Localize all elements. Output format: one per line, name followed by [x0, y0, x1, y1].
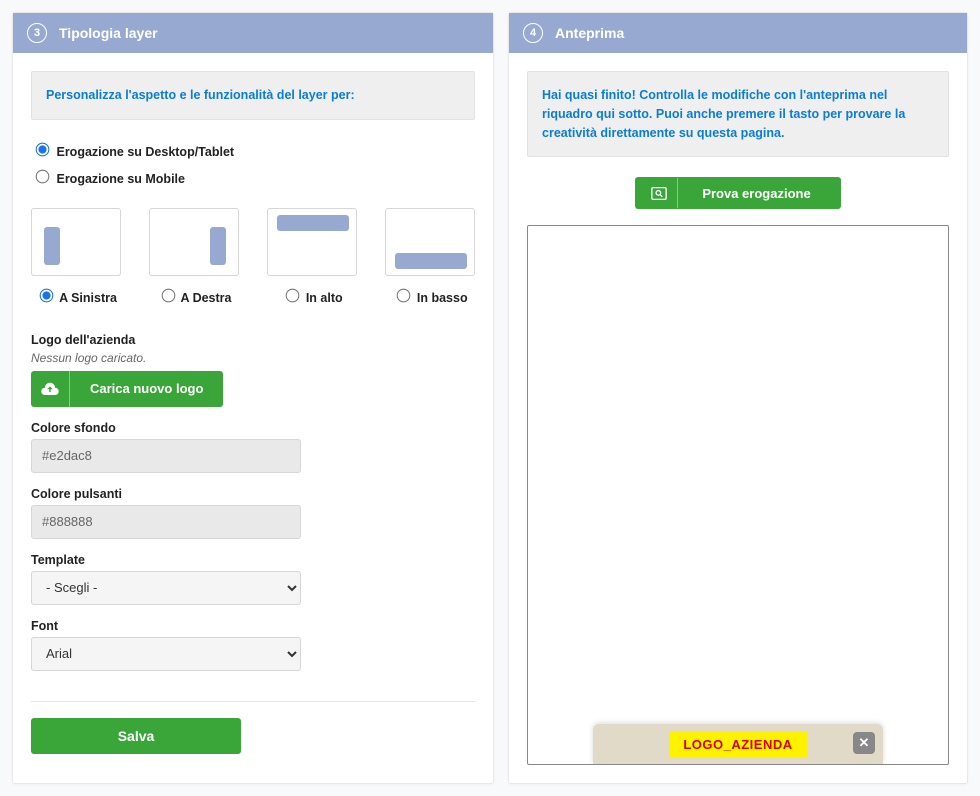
radio-desktop-input[interactable] — [36, 142, 50, 156]
save-button[interactable]: Salva — [31, 718, 241, 754]
upload-logo-text: Carica nuovo logo — [70, 381, 223, 396]
separator — [31, 701, 475, 702]
position-text-right: A Destra — [181, 291, 232, 305]
radio-desktop-label: Erogazione su Desktop/Tablet — [56, 145, 234, 159]
position-option-bottom[interactable]: In basso — [385, 208, 475, 305]
position-option-left[interactable]: A Sinistra — [31, 208, 121, 305]
font-label: Font — [31, 619, 475, 633]
bg-color-input[interactable] — [31, 439, 301, 473]
panel-header-right: 4 Anteprima — [509, 13, 967, 53]
position-text-left: A Sinistra — [59, 291, 117, 305]
position-option-top[interactable]: In alto — [267, 208, 357, 305]
radio-mobile-label: Erogazione su Mobile — [56, 172, 185, 186]
position-thumb-top — [267, 208, 357, 276]
font-select[interactable]: Arial — [31, 637, 301, 671]
radio-erogazione-mobile[interactable]: Erogazione su Mobile — [31, 167, 475, 186]
close-icon[interactable]: ✕ — [853, 732, 875, 754]
btn-color-label: Colore pulsanti — [31, 487, 475, 501]
preview-frame: LOGO_AZIENDA ✕ — [527, 225, 949, 765]
position-option-right[interactable]: A Destra — [149, 208, 239, 305]
info-box-left: Personalizza l'aspetto e le funzionalità… — [31, 71, 475, 120]
position-label-top[interactable]: In alto — [281, 291, 342, 305]
template-select[interactable]: - Scegli - — [31, 571, 301, 605]
preview-button-text: Prova erogazione — [678, 186, 834, 201]
position-label-left[interactable]: A Sinistra — [35, 291, 117, 305]
position-thumb-bottom — [385, 208, 475, 276]
panel-tipologia-layer: 3 Tipologia layer Personalizza l'aspetto… — [12, 12, 494, 784]
position-text-bottom: In basso — [417, 291, 468, 305]
panel-header-left: 3 Tipologia layer — [13, 13, 493, 53]
preview-button[interactable]: Prova erogazione — [635, 177, 840, 209]
position-text-top: In alto — [306, 291, 343, 305]
cloud-upload-icon — [31, 371, 70, 407]
info-box-right: Hai quasi finito! Controlla le modifiche… — [527, 71, 949, 157]
search-page-icon — [641, 178, 678, 208]
position-radio-left[interactable] — [40, 288, 54, 302]
step-number-4: 4 — [523, 23, 543, 43]
position-options: A Sinistra A Destra In alto — [31, 208, 475, 305]
radio-mobile-input[interactable] — [36, 169, 50, 183]
position-radio-right[interactable] — [161, 288, 175, 302]
radio-erogazione-desktop[interactable]: Erogazione su Desktop/Tablet — [31, 140, 475, 159]
position-radio-bottom[interactable] — [397, 288, 411, 302]
preview-bottom-bar: LOGO_AZIENDA ✕ — [593, 724, 883, 764]
logo-placeholder-badge: LOGO_AZIENDA — [669, 732, 806, 757]
position-thumb-right — [149, 208, 239, 276]
logo-label: Logo dell'azienda — [31, 333, 475, 347]
template-label: Template — [31, 553, 475, 567]
btn-color-input[interactable] — [31, 505, 301, 539]
panel-title-left: Tipologia layer — [59, 25, 158, 41]
position-label-bottom[interactable]: In basso — [392, 291, 467, 305]
upload-logo-button[interactable]: Carica nuovo logo — [31, 371, 223, 407]
logo-note: Nessun logo caricato. — [31, 351, 475, 365]
position-thumb-left — [31, 208, 121, 276]
position-label-right[interactable]: A Destra — [157, 291, 232, 305]
panel-title-right: Anteprima — [555, 25, 624, 41]
step-number-3: 3 — [27, 23, 47, 43]
panel-anteprima: 4 Anteprima Hai quasi finito! Controlla … — [508, 12, 968, 784]
position-radio-top[interactable] — [286, 288, 300, 302]
bg-color-label: Colore sfondo — [31, 421, 475, 435]
